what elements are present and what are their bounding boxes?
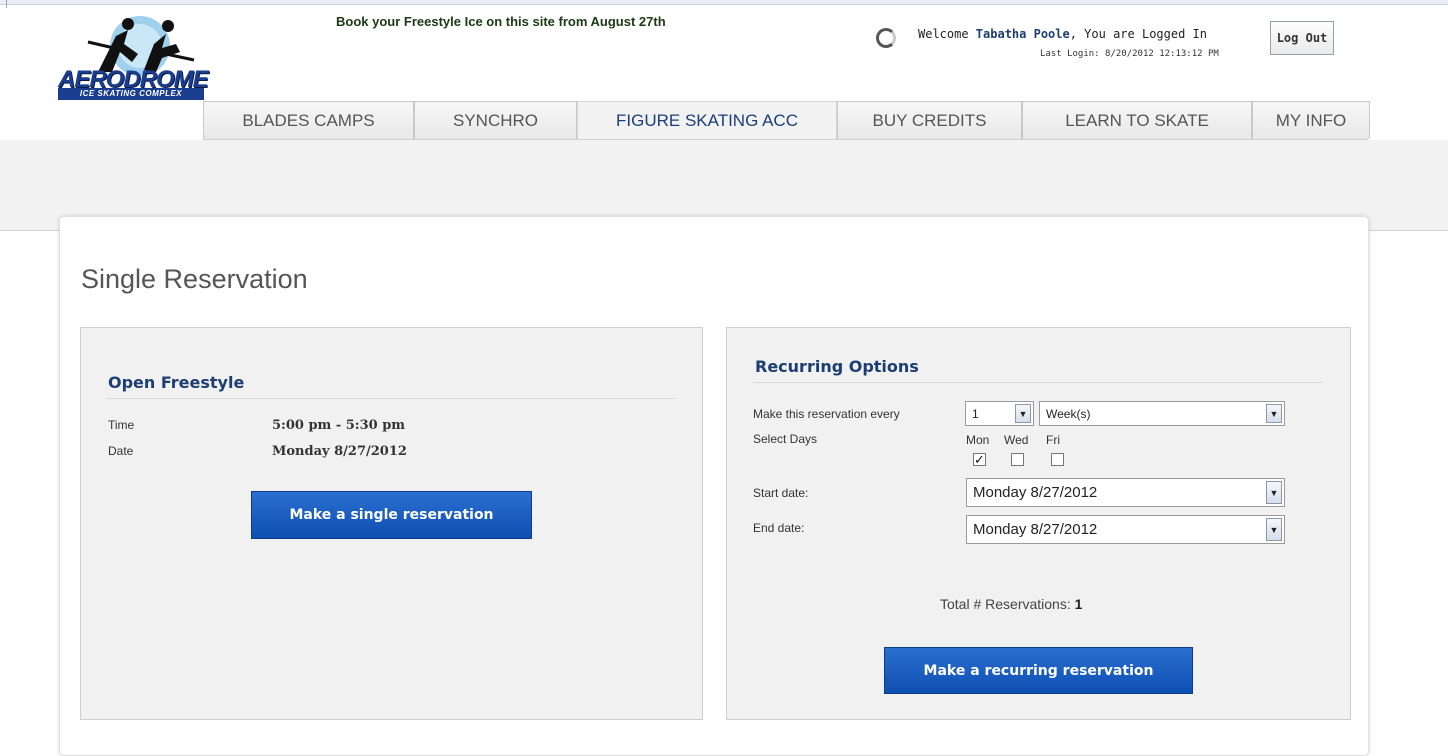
session-heading: Open Freestyle [108,373,245,392]
welcome-prefix: Welcome [918,27,976,41]
total-value: 1 [1074,596,1083,612]
day-label-fri: Fri [1046,433,1060,447]
chevron-down-icon: ▼ [1266,518,1282,541]
checkbox-mon[interactable]: ✓ [973,453,986,466]
day-label-mon: Mon [966,433,990,447]
tab-synchro[interactable]: SYNCHRO [414,101,577,139]
time-label: Time [108,418,135,432]
end-date-select[interactable]: Monday 8/27/2012 ▼ [966,515,1285,544]
total-label: Total # Reservations: [940,596,1075,612]
date-value: Monday 8/27/2012 [272,444,407,459]
tab-figure-skating-acc[interactable]: FIGURE SKATING ACC [577,101,837,140]
chevron-down-icon: ▼ [1015,404,1031,423]
browser-top-strip [0,0,1448,8]
select-days-label: Select Days [753,432,818,446]
chevron-down-icon: ▼ [1266,481,1282,504]
date-label: Date [108,444,134,458]
total-reservations: Total # Reservations: 1 [940,596,1082,612]
end-date-label: End date: [753,521,805,535]
logo-subtitle: ICE SKATING COMPLEX [58,88,204,100]
window-edge [6,0,7,8]
every-label: Make this reservation every [753,407,900,421]
make-single-reservation-button[interactable]: Make a single reservation [251,491,532,539]
tab-my-info[interactable]: MY INFO [1252,101,1370,139]
time-value: 5:00 pm - 5:30 pm [272,418,406,433]
welcome-suffix: , You are Logged In [1069,27,1207,41]
page-title: Single Reservation [81,264,308,294]
last-login-text: Last Login: 8/20/2012 12:13:12 PM [1040,49,1219,59]
loading-spinner-icon [876,28,896,48]
checkbox-wed[interactable] [1011,453,1024,466]
every-unit-value: Week(s) [1046,406,1091,421]
logout-button[interactable]: Log Out [1270,21,1334,55]
tab-learn-to-skate[interactable]: LEARN TO SKATE [1022,101,1252,139]
every-count-value: 1 [972,406,979,421]
main-nav-tabs: BLADES CAMPS SYNCHRO FIGURE SKATING ACC … [203,101,1370,140]
recurring-heading: Recurring Options [755,357,919,376]
start-date-label: Start date: [753,486,809,500]
end-date-value: Monday 8/27/2012 [973,521,1098,538]
user-name: Tabatha Poole [975,27,1070,41]
every-unit-select[interactable]: Week(s) ▼ [1039,401,1285,426]
recurring-divider [753,382,1323,383]
every-count-select[interactable]: 1 ▼ [965,401,1034,426]
start-date-value: Monday 8/27/2012 [973,484,1098,501]
tab-blades-camps[interactable]: BLADES CAMPS [203,101,414,139]
checkbox-fri[interactable] [1051,453,1064,466]
aerodrome-logo[interactable]: AERODROME ICE SKATING COMPLEX [58,14,209,100]
announcement-text: Book your Freestyle Ice on this site fro… [336,14,666,29]
start-date-select[interactable]: Monday 8/27/2012 ▼ [966,478,1285,507]
tab-buy-credits[interactable]: BUY CREDITS [837,101,1022,139]
welcome-message: Welcome Tabatha Poole, You are Logged In [918,27,1207,41]
chevron-down-icon: ▼ [1266,404,1282,423]
section-divider [106,398,676,399]
make-recurring-reservation-button[interactable]: Make a recurring reservation [884,647,1193,694]
day-label-wed: Wed [1004,433,1029,447]
